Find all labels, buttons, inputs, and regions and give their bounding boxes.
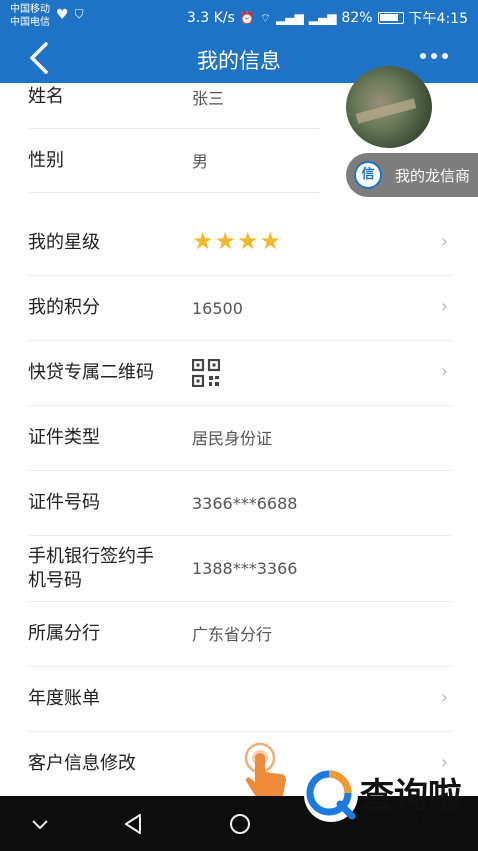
back-triangle-icon[interactable]: [120, 810, 148, 838]
row-value: 3366***6688: [192, 494, 298, 513]
watermark: 查询啦 chaxunla.com: [298, 760, 476, 830]
chevron-right-icon: ›: [440, 361, 448, 382]
home-circle-icon[interactable]: [226, 810, 254, 838]
carrier-1: 中国移动: [10, 4, 50, 15]
row-label: 证件号码: [28, 492, 100, 513]
avatar[interactable]: [346, 66, 432, 148]
watermark-text: 查询啦: [360, 776, 462, 816]
row-label: 年度账单: [28, 688, 100, 709]
heart-icon: ♥: [56, 7, 69, 23]
row-value: 男: [192, 152, 209, 171]
row-label: 快贷专属二维码: [28, 362, 154, 383]
float-button-label: 我的龙信商: [395, 167, 471, 185]
wifi-icon: ⌔: [259, 10, 272, 25]
row-label: 手机银行签约手机号码: [28, 546, 154, 591]
list-item-phone: 手机银行签约手机号码 1388***3366: [28, 536, 452, 602]
chevron-right-icon: ›: [440, 296, 448, 317]
battery-icon: [377, 12, 404, 24]
qr-code-icon: [192, 359, 220, 387]
list-item-qr-code[interactable]: 快贷专属二维码 ›: [28, 341, 452, 406]
carrier-2: 中国电信: [10, 17, 50, 28]
clock: 下午4:15: [408, 11, 468, 27]
notification-icons: ♥ ⛉: [56, 7, 84, 23]
more-icon: [420, 53, 426, 59]
bank-logo-icon: 信: [354, 161, 382, 189]
float-button-longxinshang[interactable]: 信 我的龙信商: [346, 153, 478, 197]
network-speed: 3.3 K/s: [186, 10, 235, 26]
more-dot: [431, 53, 437, 59]
shield-icon: ⛉: [74, 7, 84, 21]
row-value: 居民身份证: [192, 429, 273, 448]
list-item-id-type: 证件类型 居民身份证: [28, 406, 452, 471]
list-item-points[interactable]: 我的积分 16500 ›: [28, 276, 452, 341]
row-value: 1388***3366: [192, 559, 298, 578]
list-item-branch: 所属分行 广东省分行: [28, 602, 452, 667]
watermark-logo-icon: [304, 768, 358, 822]
list-item-id-number: 证件号码 3366***6688: [28, 471, 452, 536]
signal-icon: ▂▄▆: [276, 11, 304, 25]
row-value: 张三: [192, 89, 225, 108]
row-label: 所属分行: [28, 623, 100, 644]
signal-4g-icon: ▂▄▆: [308, 11, 337, 25]
more-dot: [442, 53, 448, 59]
row-value: 广东省分行: [192, 625, 273, 644]
battery-percent: 82%: [341, 10, 373, 26]
row-label: 我的积分: [28, 297, 100, 318]
row-value: 16500: [192, 299, 243, 318]
list-item-stars[interactable]: 我的星级 ★★★★ ›: [28, 211, 452, 276]
more-button[interactable]: [420, 53, 448, 59]
star-rating: ★★★★: [192, 227, 283, 255]
status-bar: 中国移动 中国电信 ♥ ⛉ 3.3 K/s ⏰ ⌔ ▂▄▆ ▂▄▆ 82% 下午…: [0, 0, 478, 33]
list-item-annual-bill[interactable]: 年度账单 ›: [28, 667, 452, 732]
status-right: 3.3 K/s ⏰ ⌔ ▂▄▆ ▂▄▆ 82% 下午4:15: [187, 8, 468, 28]
chevron-right-icon: ›: [440, 231, 448, 252]
row-label: 姓名: [28, 86, 64, 107]
carrier-info: 中国移动 中国电信: [10, 3, 50, 29]
row-label: 我的星级: [28, 232, 100, 253]
tap-hand-icon: [244, 742, 286, 800]
row-label: 客户信息修改: [28, 753, 136, 774]
list-item-name: 姓名 张三: [28, 83, 319, 129]
alarm-icon: ⏰: [239, 11, 255, 25]
watermark-url: chaxunla.com: [362, 812, 449, 828]
list-item-gender: 性别 男: [28, 129, 319, 193]
row-label: 证件类型: [28, 427, 100, 448]
row-label: 性别: [28, 150, 64, 171]
chevron-down-icon[interactable]: [26, 810, 54, 838]
chevron-right-icon: ›: [440, 687, 448, 708]
